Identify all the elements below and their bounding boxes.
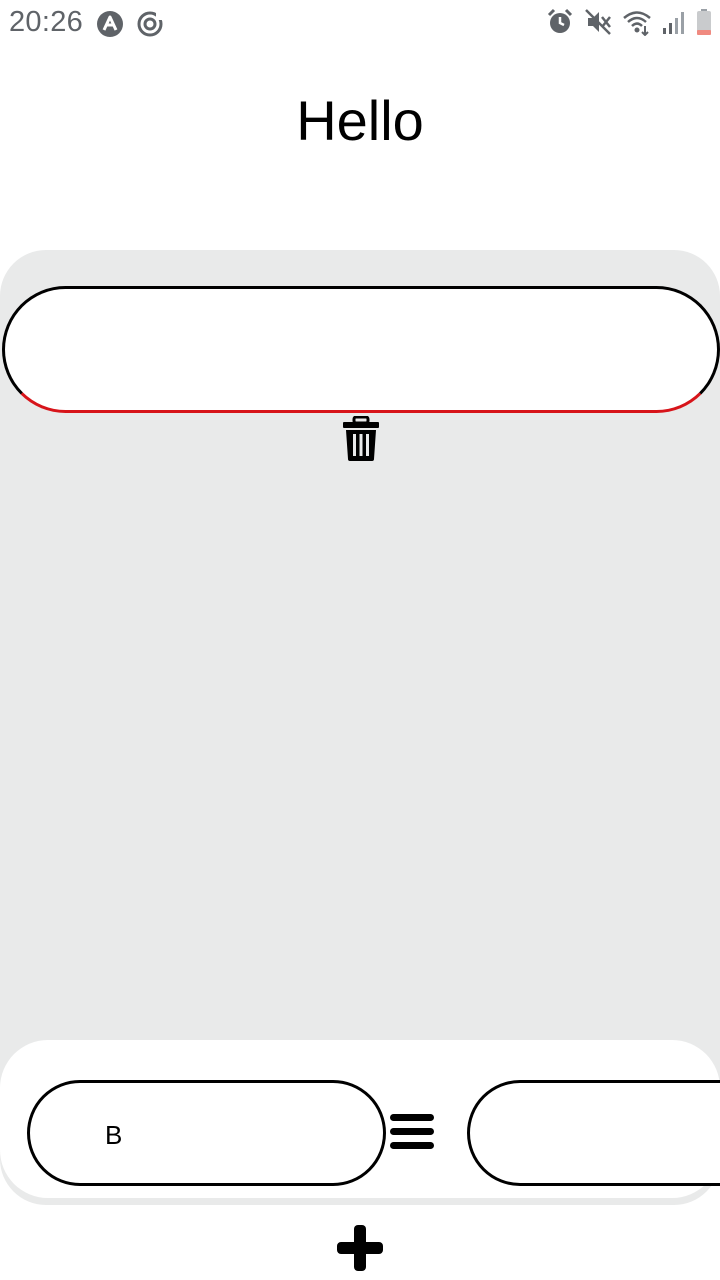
- app-screen: 20:26 Hello B: [0, 0, 720, 1280]
- status-notification-icons: [96, 10, 164, 38]
- status-time: 20:26: [9, 6, 84, 38]
- status-bar: 20:26: [0, 0, 720, 48]
- signal-icon: [662, 8, 686, 36]
- alarm-icon: [546, 8, 574, 36]
- left-field[interactable]: [27, 1080, 386, 1186]
- item-text-input[interactable]: [2, 286, 720, 413]
- mute-icon: [584, 8, 612, 36]
- battery-icon: [696, 8, 712, 36]
- add-button[interactable]: [336, 1224, 384, 1272]
- right-field[interactable]: [467, 1080, 720, 1186]
- left-field-label: B: [105, 1120, 123, 1150]
- hamburger-menu-icon: [390, 1114, 434, 1149]
- status-system-icons: [546, 8, 712, 36]
- page-title: Hello: [296, 89, 424, 152]
- trash-icon: [343, 415, 379, 461]
- wifi-icon: [622, 8, 652, 36]
- delete-item-button[interactable]: [340, 415, 382, 462]
- app-notification-icon: [96, 10, 124, 38]
- plus-icon: [337, 1225, 383, 1271]
- menu-button[interactable]: [389, 1112, 435, 1152]
- sync-notification-icon: [136, 10, 164, 38]
